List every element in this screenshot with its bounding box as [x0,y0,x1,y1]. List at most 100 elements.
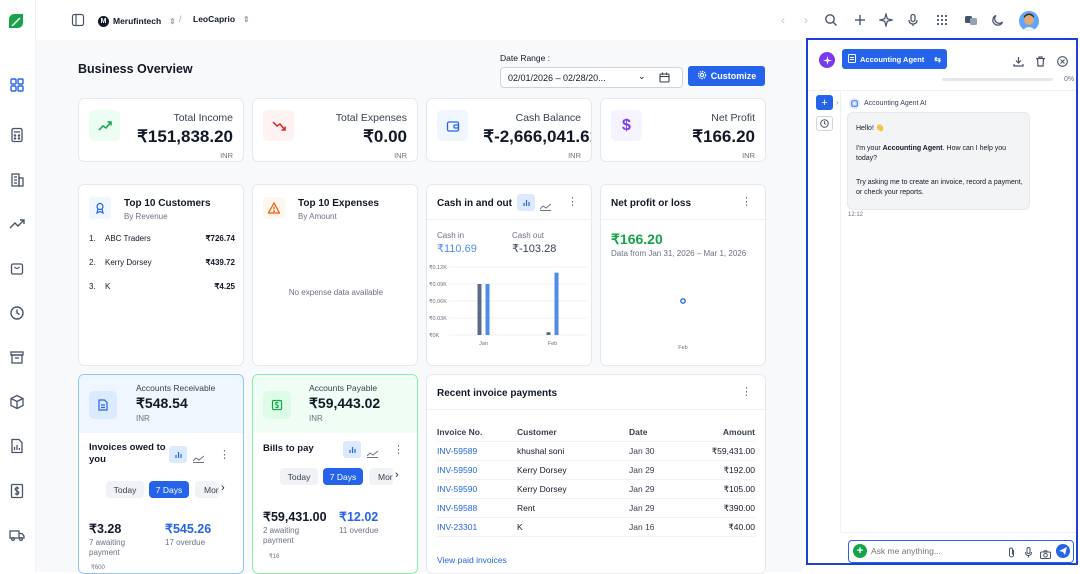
table-row[interactable]: INV-59590 Kerry Dorsey Jan 29 ₹105.00 [437,480,755,499]
more-options-icon[interactable]: ⋮ [741,385,752,398]
tab-today[interactable]: Today [280,468,318,485]
plus-icon[interactable] [853,13,867,27]
trash-icon[interactable] [1035,54,1046,72]
collapse-chevron-icon[interactable]: › [836,98,839,107]
sparkle-icon[interactable] [877,11,895,29]
customer-cell: Kerry Dorsey [517,484,567,494]
kpi-unit: INR [394,151,407,160]
send-button[interactable] [1056,544,1070,558]
building-icon[interactable] [9,172,25,188]
bar-chart-toggle-icon[interactable] [517,194,535,211]
search-icon[interactable] [824,13,838,27]
bar-chart-toggle-icon[interactable] [343,441,361,458]
customer-cell: Kerry Dorsey [517,465,567,475]
agent-logo-icon[interactable] [819,52,835,68]
package-icon[interactable] [9,394,25,410]
dark-mode-icon[interactable] [991,13,1005,27]
integrations-icon[interactable] [964,13,978,27]
new-chat-button[interactable]: + [816,95,833,110]
download-icon[interactable] [1013,54,1024,72]
accounts-receivable-card: Accounts Receivable ₹548.54 INR Invoices… [78,374,244,574]
area-chart-toggle-icon[interactable] [366,445,379,463]
scroll-right-icon[interactable]: › [221,482,225,494]
sidebar-toggle-icon[interactable] [71,13,85,27]
kpi-total-income[interactable]: Total Income ₹151,838.20 INR [78,98,244,162]
tab-today[interactable]: Today [106,481,144,498]
x-tick-label: Jan [479,341,488,347]
camera-icon[interactable] [1040,546,1051,564]
date-range-picker[interactable]: 02/01/2026 – 02/28/20... ⌄ [500,67,683,88]
invoice-link[interactable]: INV-59588 [437,503,477,513]
table-row[interactable]: INV-59588 Rent Jan 29 ₹390.00 [437,499,755,518]
area-chart-toggle-icon[interactable] [192,450,205,468]
user-switcher[interactable]: LeoCaprio ⇕ [193,14,250,24]
table-row[interactable]: INV-59590 Kerry Dorsey Jan 29 ₹192.00 [437,461,755,480]
more-options-icon[interactable]: ⋮ [567,195,578,208]
list-item: 2. Kerry Dorsey ₹439.72 [89,258,235,272]
amount-cell: ₹59,431.00 [711,446,755,456]
table-row[interactable]: INV-59589 khushal soni Jan 30 ₹59,431.00 [437,442,755,461]
table-row[interactable]: INV-23301 K Jan 16 ₹40.00 [437,518,755,537]
gear-icon [697,70,707,82]
card-title: Top 10 Customers [124,198,211,209]
invoice-link[interactable]: INV-23301 [437,522,477,532]
area-chart-toggle-icon[interactable] [539,198,552,216]
awaiting-text: 2 awaiting payment [263,526,300,545]
close-icon[interactable] [1057,54,1068,72]
tab-more[interactable]: Mor [369,468,393,485]
bar-chart-toggle-icon[interactable] [169,446,187,463]
back-arrow-icon[interactable]: ‹ [781,13,785,27]
chat-panel: Accounting Agent ⇆ 0% + › Accounting Age… [806,38,1078,565]
dollar-doc-icon[interactable] [9,483,25,499]
microphone-icon[interactable] [1024,545,1033,563]
shopping-bag-icon[interactable] [9,260,25,276]
progress-track [942,78,1053,81]
clock-icon[interactable] [9,305,25,321]
accounts-payable-card: Accounts Payable ₹59,443.02 INR Bills to… [252,374,418,574]
dashboard-icon[interactable] [9,77,25,93]
history-button[interactable] [816,116,833,131]
agent-tab[interactable]: Accounting Agent ⇆ [842,49,947,69]
paperclip-icon[interactable] [1007,545,1016,563]
truck-icon[interactable] [9,527,25,543]
kpi-unit: INR [742,151,755,160]
tab-7-days[interactable]: 7 Days [323,468,363,485]
x-tick-label: Feb [548,341,557,347]
invoice-link[interactable]: INV-59590 [437,484,477,494]
chat-input[interactable] [871,544,1001,558]
column-header: Customer [517,427,557,437]
column-header: Invoice No. [437,427,483,437]
invoice-link[interactable]: INV-59589 [437,446,477,456]
report-icon[interactable] [9,438,25,454]
trending-up-icon[interactable] [9,216,25,232]
org-switcher[interactable]: M Merufintech ⇕ [98,14,176,28]
more-options-icon[interactable]: ⋮ [393,443,404,456]
app-logo[interactable] [7,12,25,30]
customize-button[interactable]: Customize [688,66,765,86]
card-divider [601,219,767,220]
calculator-icon[interactable] [9,127,25,143]
date-range-value: 02/01/2026 – 02/28/20... [508,73,606,83]
kpi-total-expenses[interactable]: Total Expenses ₹0.00 INR [252,98,418,162]
archive-icon[interactable] [9,349,25,365]
chat-input-box[interactable]: + [848,540,1074,563]
forward-arrow-icon[interactable]: › [804,13,808,27]
invoice-link[interactable]: INV-59590 [437,465,477,475]
view-paid-invoices-link[interactable]: View paid invoices [437,555,507,565]
apps-grid-icon[interactable] [935,13,949,27]
customer-name: Kerry Dorsey [105,258,152,267]
tab-7-days[interactable]: 7 Days [149,481,189,498]
more-options-icon[interactable]: ⋮ [219,448,230,461]
more-options-icon[interactable]: ⋮ [741,195,752,208]
intro-text: I'm your Accounting Agent. How can I hel… [856,144,1016,163]
tab-more[interactable]: Mor [195,481,219,498]
kpi-net-profit[interactable]: $ Net Profit ₹166.20 INR [600,98,766,162]
list-item: 3. K ₹4.25 [89,282,235,296]
microphone-icon[interactable] [906,13,920,27]
scroll-right-icon[interactable]: › [395,469,399,481]
message-bubble: Hello! 👋 I'm your Accounting Agent. How … [847,112,1030,210]
attach-plus-icon[interactable]: + [853,544,867,558]
net-profit-chart: Feb [678,298,688,351]
kpi-cash-balance[interactable]: Cash Balance ₹-2,666,041.61 INR [426,98,592,162]
user-avatar[interactable] [1019,11,1039,31]
